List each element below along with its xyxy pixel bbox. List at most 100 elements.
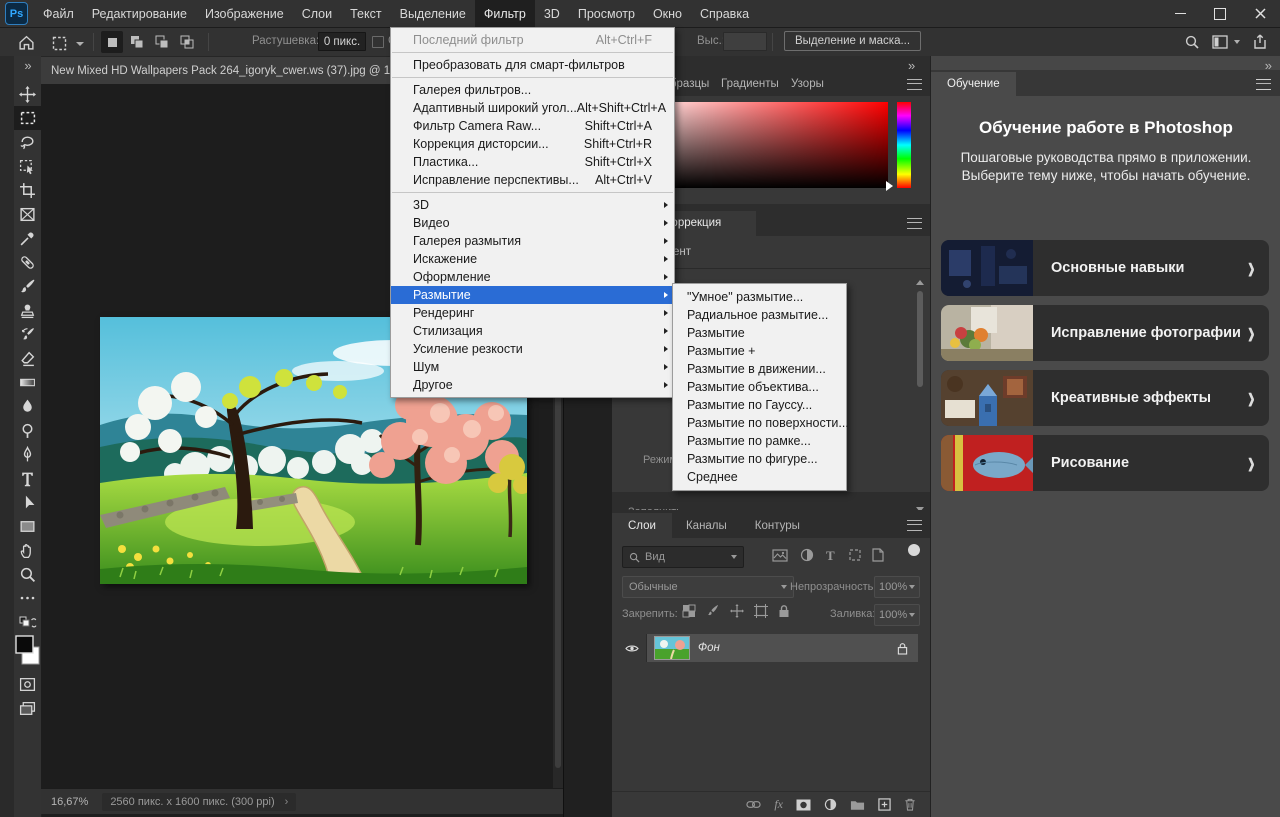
- menu-item-sharpen[interactable]: Усиление резкости: [391, 340, 674, 358]
- blend-mode-select[interactable]: Обычные: [622, 576, 794, 598]
- height-input[interactable]: [723, 32, 767, 51]
- maximize-button[interactable]: [1200, 0, 1240, 27]
- lock-transparency-icon[interactable]: [682, 604, 696, 618]
- link-layers-icon[interactable]: [746, 800, 761, 809]
- filter-adjustment-layers-icon[interactable]: [800, 548, 814, 562]
- tool-preset-chevron-icon[interactable]: [76, 42, 84, 46]
- menu-item-pixelate[interactable]: Оформление: [391, 268, 674, 286]
- delete-layer-icon[interactable]: [904, 798, 916, 811]
- move-tool-icon[interactable]: [14, 82, 41, 106]
- learn-card-creative[interactable]: Креативные эффекты ›: [941, 370, 1269, 426]
- type-tool-icon[interactable]: [14, 466, 41, 490]
- menu-file[interactable]: Файл: [34, 0, 83, 27]
- layer-row-background[interactable]: Фон: [618, 634, 918, 662]
- blur-tool-icon[interactable]: [14, 394, 41, 418]
- hue-slider-marker[interactable]: [886, 181, 893, 191]
- layer-effects-icon[interactable]: fx: [774, 797, 783, 812]
- feather-input[interactable]: 0 пикс.: [318, 32, 366, 51]
- scrollbar-thumb[interactable]: [917, 291, 923, 387]
- lock-pixels-icon[interactable]: [706, 604, 720, 618]
- filter-shape-layers-icon[interactable]: [848, 548, 862, 562]
- layer-visibility-toggle[interactable]: [618, 634, 647, 662]
- menu-item-lens-correction[interactable]: Коррекция дисторсии... Shift+Ctrl+R: [391, 135, 674, 153]
- tab-patterns[interactable]: Узоры: [778, 72, 837, 96]
- menu-item-video[interactable]: Видео: [391, 214, 674, 232]
- layer-lock-icon[interactable]: [897, 642, 908, 655]
- scroll-up-icon[interactable]: [916, 280, 924, 285]
- edit-toolbar-icon[interactable]: [14, 586, 41, 610]
- submenu-item-motion-blur[interactable]: Размытие в движении...: [673, 360, 846, 378]
- path-selection-tool-icon[interactable]: [14, 490, 41, 514]
- tab-paths[interactable]: Контуры: [741, 513, 814, 538]
- filter-smart-objects-icon[interactable]: [872, 548, 884, 562]
- lock-all-icon[interactable]: [778, 604, 790, 618]
- brush-tool-icon[interactable]: [14, 274, 41, 298]
- hue-slider[interactable]: [897, 102, 911, 188]
- layer-filter-type-select[interactable]: Вид: [622, 546, 744, 568]
- frame-tool-icon[interactable]: [14, 202, 41, 226]
- pen-tool-icon[interactable]: [14, 442, 41, 466]
- zoom-level[interactable]: 16,67%: [51, 796, 88, 808]
- submenu-item-lens-blur[interactable]: Размытие объектива...: [673, 378, 846, 396]
- fill-input[interactable]: 100%: [874, 604, 920, 626]
- opacity-input[interactable]: 100%: [874, 576, 920, 598]
- layer-thumbnail[interactable]: [654, 636, 690, 660]
- menu-item-convert-smart-filters[interactable]: Преобразовать для смарт-фильтров: [391, 56, 674, 74]
- menu-item-filter-gallery[interactable]: Галерея фильтров...: [391, 81, 674, 99]
- eyedropper-tool-icon[interactable]: [14, 226, 41, 250]
- layer-filtering-toggle[interactable]: [908, 544, 920, 556]
- menu-item-last-filter[interactable]: Последний фильтр Alt+Ctrl+F: [391, 31, 674, 49]
- properties-scrollbar[interactable]: [914, 276, 926, 526]
- lock-artboard-icon[interactable]: [754, 604, 768, 618]
- menu-select[interactable]: Выделение: [391, 0, 475, 27]
- intersect-selection-button[interactable]: [176, 31, 198, 53]
- menu-item-blur[interactable]: Размытие: [391, 286, 674, 304]
- menu-window[interactable]: Окно: [644, 0, 691, 27]
- new-group-icon[interactable]: [850, 799, 865, 811]
- spot-healing-brush-tool-icon[interactable]: [14, 250, 41, 274]
- antialias-checkbox[interactable]: [372, 36, 384, 48]
- rectangular-marquee-tool-icon[interactable]: [14, 106, 41, 130]
- new-selection-button[interactable]: [101, 31, 123, 53]
- menu-item-adaptive-wide-angle[interactable]: Адаптивный широкий угол... Alt+Shift+Ctrl…: [391, 99, 674, 117]
- add-to-selection-button[interactable]: [126, 31, 148, 53]
- menu-item-distort[interactable]: Искажение: [391, 250, 674, 268]
- eraser-tool-icon[interactable]: [14, 346, 41, 370]
- menu-layers[interactable]: Слои: [293, 0, 341, 27]
- add-layer-mask-icon[interactable]: [796, 799, 811, 811]
- menu-filter[interactable]: Фильтр: [474, 0, 535, 27]
- submenu-item-box-blur[interactable]: Размытие по рамке...: [673, 432, 846, 450]
- status-chevron-icon[interactable]: ›: [285, 796, 289, 808]
- panel-menu-icon[interactable]: [907, 520, 922, 531]
- tab-learn[interactable]: Обучение: [931, 72, 1016, 96]
- subtract-from-selection-button[interactable]: [151, 31, 173, 53]
- menu-type[interactable]: Текст: [341, 0, 390, 27]
- tool-preset-marquee-icon[interactable]: [52, 36, 67, 51]
- share-icon[interactable]: [1252, 33, 1268, 50]
- menu-item-vanishing-point[interactable]: Исправление перспективы... Alt+Ctrl+V: [391, 171, 674, 189]
- menu-image[interactable]: Изображение: [196, 0, 293, 27]
- learn-card-drawing[interactable]: Рисование ›: [941, 435, 1269, 491]
- screen-mode-icon[interactable]: [14, 696, 41, 720]
- select-and-mask-button[interactable]: Выделение и маска...: [784, 31, 922, 51]
- panel-menu-icon[interactable]: [907, 218, 922, 229]
- menu-item-liquify[interactable]: Пластика... Shift+Ctrl+X: [391, 153, 674, 171]
- menu-item-stylize[interactable]: Стилизация: [391, 322, 674, 340]
- menu-item-noise[interactable]: Шум: [391, 358, 674, 376]
- lock-position-icon[interactable]: [730, 604, 744, 618]
- submenu-item-surface-blur[interactable]: Размытие по поверхности...: [673, 414, 849, 432]
- menu-item-camera-raw-filter[interactable]: Фильтр Camera Raw... Shift+Ctrl+A: [391, 117, 674, 135]
- home-icon[interactable]: [18, 34, 35, 51]
- menu-item-render[interactable]: Рендеринг: [391, 304, 674, 322]
- panel-menu-icon[interactable]: [1256, 79, 1271, 90]
- tab-channels[interactable]: Каналы: [672, 513, 741, 538]
- submenu-item-shape-blur[interactable]: Размытие по фигуре...: [673, 450, 846, 468]
- submenu-item-blur[interactable]: Размытие: [673, 324, 846, 342]
- quick-mask-icon[interactable]: [14, 672, 41, 696]
- submenu-item-average[interactable]: Среднее: [673, 468, 846, 486]
- clone-stamp-tool-icon[interactable]: [14, 298, 41, 322]
- menu-3d[interactable]: 3D: [535, 0, 569, 27]
- hand-tool-icon[interactable]: [14, 538, 41, 562]
- tab-layers[interactable]: Слои: [612, 513, 672, 538]
- history-brush-tool-icon[interactable]: [14, 322, 41, 346]
